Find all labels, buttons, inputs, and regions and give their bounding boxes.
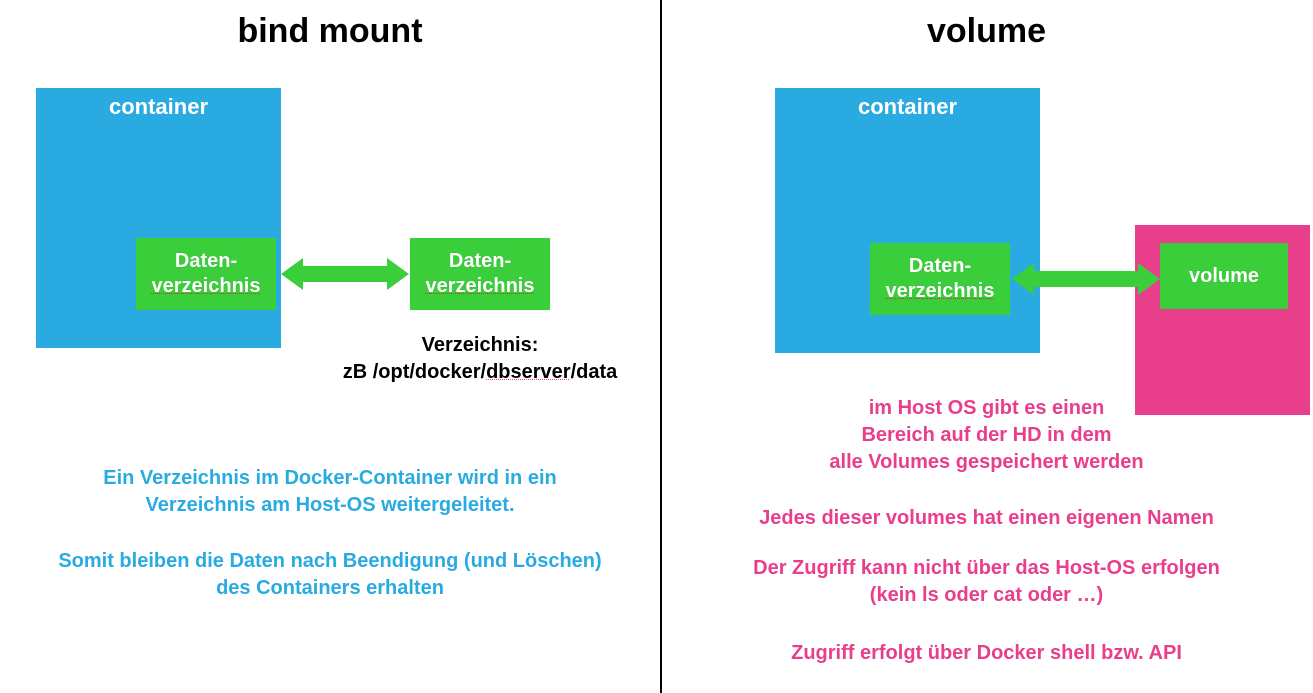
left-path-prefix: zB /opt/docker/	[343, 361, 486, 383]
left-desc1b: Verzeichnis am Host-OS weitergeleitet.	[145, 494, 514, 516]
arrow-head-right-icon	[1138, 263, 1160, 295]
left-title: bind mount	[0, 12, 660, 51]
right-desc1a: im Host OS gibt es einen	[869, 397, 1105, 419]
right-desc1c: alle Volumes gespeichert werden	[829, 451, 1143, 473]
right-desc3a: Der Zugriff kann nicht über das Host-OS …	[753, 557, 1220, 579]
left-container-box: container Daten- verzeichnis	[36, 88, 281, 348]
right-description-3: Der Zugriff kann nicht über das Host-OS …	[660, 555, 1313, 609]
right-inner-datadir-line1: Daten-	[909, 255, 971, 277]
right-bidirectional-arrow	[1012, 263, 1160, 295]
right-container-box: container Daten- verzeichnis	[775, 88, 1040, 353]
right-inner-datadir-line2: verzeichnis	[886, 280, 995, 302]
right-description-4: Zugriff erfolgt über Docker shell bzw. A…	[660, 640, 1313, 667]
right-description-2: Jedes dieser volumes hat einen eigenen N…	[660, 505, 1313, 532]
arrow-shaft	[1034, 271, 1138, 287]
right-volume-box: volume	[1160, 243, 1288, 309]
right-column: volume container Daten- verzeichnis volu…	[660, 0, 1313, 693]
left-column: bind mount container Daten- verzeichnis …	[0, 0, 660, 693]
left-bidirectional-arrow	[281, 258, 409, 290]
left-inner-datadir-line1: Daten-	[175, 250, 237, 272]
left-desc2b: des Containers erhalten	[216, 577, 444, 599]
right-desc4: Zugriff erfolgt über Docker shell bzw. A…	[791, 642, 1182, 664]
left-host-datadir-box: Daten- verzeichnis	[410, 238, 550, 310]
left-inner-datadir-box: Daten- verzeichnis	[136, 238, 276, 310]
left-desc1a: Ein Verzeichnis im Docker-Container wird…	[103, 467, 556, 489]
arrow-shaft	[303, 266, 387, 282]
arrow-head-left-icon	[1012, 263, 1034, 295]
right-inner-datadir-box: Daten- verzeichnis	[870, 243, 1010, 315]
left-path-caption: Verzeichnis: zB /opt/docker/dbserver/dat…	[300, 332, 660, 386]
left-container-label: container	[36, 94, 281, 120]
right-container-label: container	[775, 94, 1040, 120]
right-volume-label: volume	[1189, 264, 1259, 289]
right-desc3b: (kein ls oder cat oder …)	[870, 584, 1103, 606]
left-path-label: Verzeichnis:	[422, 334, 539, 356]
right-title: volume	[660, 12, 1313, 51]
arrow-head-right-icon	[387, 258, 409, 290]
left-inner-datadir-line2: verzeichnis	[152, 275, 261, 297]
left-desc2a: Somit bleiben die Daten nach Beendigung …	[58, 550, 601, 572]
left-host-datadir-line1: Daten-	[449, 250, 511, 272]
arrow-head-left-icon	[281, 258, 303, 290]
left-description-1: Ein Verzeichnis im Docker-Container wird…	[0, 465, 660, 519]
left-description-2: Somit bleiben die Daten nach Beendigung …	[0, 548, 660, 602]
left-path-suffix: /data	[571, 361, 618, 383]
right-desc2: Jedes dieser volumes hat einen eigenen N…	[759, 507, 1214, 529]
left-host-datadir-line2: verzeichnis	[426, 275, 535, 297]
left-path-mid: dbserver	[486, 361, 571, 383]
right-desc1b: Bereich auf der HD in dem	[861, 424, 1111, 446]
right-description-1: im Host OS gibt es einen Bereich auf der…	[660, 395, 1313, 476]
